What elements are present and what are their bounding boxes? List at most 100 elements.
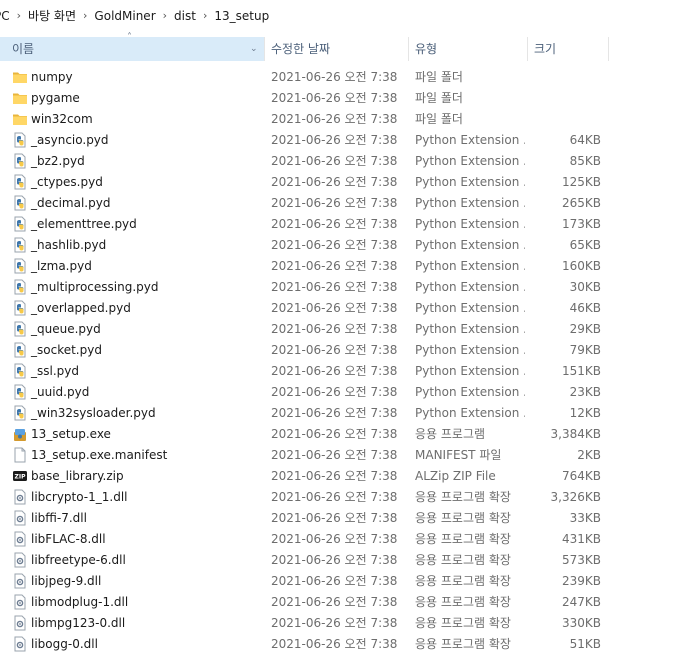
file-size: 2KB: [577, 448, 601, 462]
file-name[interactable]: _socket.pyd: [31, 340, 102, 361]
file-row[interactable]: _hashlib.pyd 2021-06-26 오전 7:38 Python Ext…: [0, 235, 678, 256]
file-name[interactable]: _ctypes.pyd: [31, 172, 103, 193]
file-row[interactable]: libmpg123-0.dll 2021-06-26 오전 7:38 응용 프로그램…: [0, 613, 678, 634]
file-name[interactable]: libFLAC-8.dll: [31, 529, 106, 550]
file-row[interactable]: libfreetype-6.dll 2021-06-26 오전 7:38 응용 프로…: [0, 550, 678, 571]
file-name[interactable]: _lzma.pyd: [31, 256, 92, 277]
file-row[interactable]: _ctypes.pyd 2021-06-26 오전 7:38 Python Exte…: [0, 172, 678, 193]
file-size: 247KB: [561, 595, 601, 609]
file-row[interactable]: 13_setup.exe.manifest 2021-06-26 오전 7:38 M…: [0, 445, 678, 466]
file-name[interactable]: numpy: [31, 67, 73, 88]
chevron-right-icon[interactable]: ›: [203, 9, 207, 22]
file-row[interactable]: win32com 2021-06-26 오전 7:38 파일 폴더: [0, 109, 678, 130]
file-type: MANIFEST 파일: [415, 448, 502, 462]
file-name[interactable]: _queue.pyd: [31, 319, 101, 340]
file-size: 265KB: [561, 196, 601, 210]
file-name[interactable]: _uuid.pyd: [31, 382, 89, 403]
file-row[interactable]: _bz2.pyd 2021-06-26 오전 7:38 Python Extensi…: [0, 151, 678, 172]
file-name[interactable]: pygame: [31, 88, 80, 109]
file-row[interactable]: _queue.pyd 2021-06-26 오전 7:38 Python Exten…: [0, 319, 678, 340]
file-name[interactable]: libmodplug-1.dll: [31, 592, 128, 613]
python-file-icon: [12, 195, 28, 211]
file-name[interactable]: 13_setup.exe: [31, 424, 111, 445]
chevron-down-icon[interactable]: ⌄: [250, 37, 258, 61]
file-size: 125KB: [561, 175, 601, 189]
file-row[interactable]: pygame 2021-06-26 오전 7:38 파일 폴더: [0, 88, 678, 109]
file-name[interactable]: _decimal.pyd: [31, 193, 110, 214]
column-header-size[interactable]: 크기: [528, 37, 608, 61]
file-name[interactable]: _bz2.pyd: [31, 151, 85, 172]
file-row[interactable]: _ssl.pyd 2021-06-26 오전 7:38 Python Extensi…: [0, 361, 678, 382]
file-name[interactable]: libffi-7.dll: [31, 508, 87, 529]
chevron-right-icon[interactable]: ›: [83, 9, 87, 22]
file-row[interactable]: libjpeg-9.dll 2021-06-26 오전 7:38 응용 프로그램 확…: [0, 571, 678, 592]
file-name[interactable]: win32com: [31, 109, 93, 130]
file-row[interactable]: _decimal.pyd 2021-06-26 오전 7:38 Python Ext…: [0, 193, 678, 214]
column-header-date[interactable]: 수정한 날짜: [265, 37, 408, 61]
file-row[interactable]: _asyncio.pyd 2021-06-26 오전 7:38 Python Ext…: [0, 130, 678, 151]
python-file-icon: [12, 405, 28, 421]
python-file-icon: [12, 258, 28, 274]
file-type: Python Extension ...: [415, 322, 525, 336]
file-row[interactable]: _multiprocessing.pyd 2021-06-26 오전 7:38 Py…: [0, 277, 678, 298]
file-date: 2021-06-26 오전 7:38: [271, 406, 398, 420]
file-type: Python Extension ...: [415, 175, 525, 189]
file-type: Python Extension ...: [415, 196, 525, 210]
file-row[interactable]: _lzma.pyd 2021-06-26 오전 7:38 Python Extens…: [0, 256, 678, 277]
file-name[interactable]: _elementtree.pyd: [31, 214, 137, 235]
zip-archive-icon: ZIP: [12, 468, 28, 484]
breadcrumb-item-13-setup[interactable]: 13_setup: [214, 9, 269, 23]
file-row[interactable]: 13_setup.exe 2021-06-26 오전 7:38 응용 프로그램 3,3…: [0, 424, 678, 445]
file-name[interactable]: _asyncio.pyd: [31, 130, 109, 151]
column-divider[interactable]: [608, 37, 609, 61]
file-row[interactable]: _win32sysloader.pyd 2021-06-26 오전 7:38 Pyt…: [0, 403, 678, 424]
file-row[interactable]: libmodplug-1.dll 2021-06-26 오전 7:38 응용 프로그…: [0, 592, 678, 613]
file-name[interactable]: libmpg123-0.dll: [31, 613, 125, 634]
file-date: 2021-06-26 오전 7:38: [271, 574, 398, 588]
python-file-icon: [12, 279, 28, 295]
file-name[interactable]: _hashlib.pyd: [31, 235, 106, 256]
file-name[interactable]: _win32sysloader.pyd: [31, 403, 156, 424]
file-row[interactable]: libffi-7.dll 2021-06-26 오전 7:38 응용 프로그램 확장…: [0, 508, 678, 529]
application-icon: [12, 426, 28, 442]
file-row[interactable]: numpy 2021-06-26 오전 7:38 파일 폴더: [0, 67, 678, 88]
column-header-name[interactable]: 이름 ˄ ⌄: [0, 33, 264, 61]
file-type: Python Extension ...: [415, 343, 525, 357]
file-size: 64KB: [569, 133, 601, 147]
file-row[interactable]: libFLAC-8.dll 2021-06-26 오전 7:38 응용 프로그램 확…: [0, 529, 678, 550]
dll-file-icon: [12, 552, 28, 568]
file-name[interactable]: libfreetype-6.dll: [31, 550, 126, 571]
file-name[interactable]: _multiprocessing.pyd: [31, 277, 159, 298]
file-name[interactable]: libjpeg-9.dll: [31, 571, 101, 592]
breadcrumb-item-desktop[interactable]: 바탕 화면: [28, 7, 76, 24]
file-size: 51KB: [569, 637, 601, 651]
file-name[interactable]: _overlapped.pyd: [31, 298, 131, 319]
file-date: 2021-06-26 오전 7:38: [271, 112, 398, 126]
file-size: 764KB: [561, 469, 601, 483]
file-name[interactable]: _ssl.pyd: [31, 361, 79, 382]
file-name[interactable]: libcrypto-1_1.dll: [31, 487, 128, 508]
file-date: 2021-06-26 오전 7:38: [271, 343, 398, 357]
breadcrumb-item-goldminer[interactable]: GoldMiner: [94, 9, 155, 23]
file-size: 173KB: [561, 217, 601, 231]
file-name[interactable]: libogg-0.dll: [31, 634, 98, 655]
python-file-icon: [12, 174, 28, 190]
chevron-right-icon[interactable]: ›: [17, 9, 21, 22]
file-name[interactable]: base_library.zip: [31, 466, 124, 487]
file-row[interactable]: _uuid.pyd 2021-06-26 오전 7:38 Python Extens…: [0, 382, 678, 403]
breadcrumb-item-dist[interactable]: dist: [174, 9, 196, 23]
file-row[interactable]: libogg-0.dll 2021-06-26 오전 7:38 응용 프로그램 확장…: [0, 634, 678, 655]
python-file-icon: [12, 321, 28, 337]
file-date: 2021-06-26 오전 7:38: [271, 322, 398, 336]
chevron-right-icon[interactable]: ›: [163, 9, 167, 22]
file-name[interactable]: 13_setup.exe.manifest: [31, 445, 167, 466]
file-row[interactable]: libcrypto-1_1.dll 2021-06-26 오전 7:38 응용 프로…: [0, 487, 678, 508]
file-row[interactable]: _overlapped.pyd 2021-06-26 오전 7:38 Python …: [0, 298, 678, 319]
python-file-icon: [12, 132, 28, 148]
folder-icon: [12, 69, 28, 85]
breadcrumb-item-pc[interactable]: PC: [0, 9, 10, 23]
file-row[interactable]: _elementtree.pyd 2021-06-26 오전 7:38 Python…: [0, 214, 678, 235]
column-header-type[interactable]: 유형: [409, 37, 527, 61]
file-row[interactable]: _socket.pyd 2021-06-26 오전 7:38 Python Exte…: [0, 340, 678, 361]
file-row[interactable]: ZIP base_library.zip 2021-06-26 오전 7:38 ALZ…: [0, 466, 678, 487]
